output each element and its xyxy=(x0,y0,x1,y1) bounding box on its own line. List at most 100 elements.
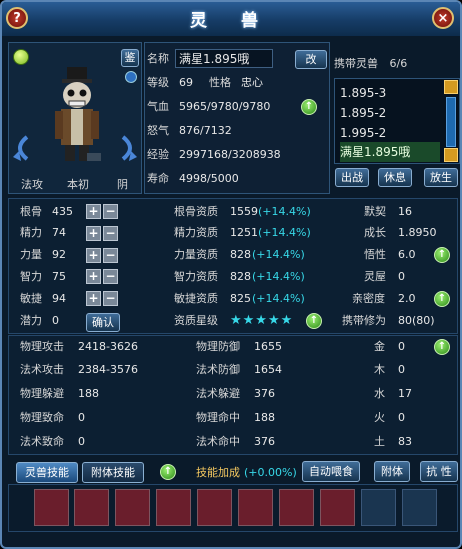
skill-slot[interactable] xyxy=(320,489,355,526)
attach-button[interactable]: 附体 xyxy=(374,461,410,482)
potential-label: 潜力 xyxy=(20,314,42,327)
element-up-icon[interactable]: ↑ xyxy=(434,339,450,355)
combat-left-label-1: 物理攻击 xyxy=(20,340,64,353)
star-rating-stars: ★★★★★ xyxy=(230,313,294,328)
intimacy-up-icon[interactable]: ↑ xyxy=(434,291,450,307)
aptitude-value-5: 825 xyxy=(230,292,251,305)
carry-item-2[interactable]: 1.895-2 xyxy=(340,103,440,123)
resist-button[interactable]: 抗 性 xyxy=(420,461,458,482)
aptitude-label-3: 力量资质 xyxy=(174,248,218,261)
aptitude-bonus-4: (+14.4%) xyxy=(252,270,305,283)
hp-label: 气血 xyxy=(147,100,169,113)
attr-plus-5[interactable]: + xyxy=(86,291,101,306)
rename-button[interactable]: 改 xyxy=(295,50,327,69)
cultivation-value: 80(80) xyxy=(398,314,435,327)
star-rating-up-icon[interactable]: ↑ xyxy=(306,313,322,329)
tab-attached-skills[interactable]: 附体技能 xyxy=(82,462,144,483)
skill-slot[interactable] xyxy=(74,489,109,526)
tab-pet-skills[interactable]: 灵兽技能 xyxy=(16,462,78,483)
attr-plus-1[interactable]: + xyxy=(86,204,101,219)
skill-slot[interactable] xyxy=(34,489,69,526)
aptitude-value-1: 1559 xyxy=(230,205,258,218)
window-title: 灵 兽 xyxy=(190,11,272,31)
combat-mid-value-1: 1655 xyxy=(254,340,282,353)
release-button[interactable]: 放生 xyxy=(424,168,458,187)
attr-minus-2[interactable]: − xyxy=(103,226,118,241)
attr-value-3: 92 xyxy=(52,248,66,261)
hp-value: 5965/9780/9780 xyxy=(179,100,271,113)
skill-slot[interactable] xyxy=(156,489,191,526)
combat-mid-value-3: 376 xyxy=(254,387,275,400)
attr-label-2: 精力 xyxy=(20,226,42,239)
combat-mid-label-4: 物理命中 xyxy=(196,411,240,424)
attr-plus-4[interactable]: + xyxy=(86,269,101,284)
right-stat-label-4: 灵屋 xyxy=(364,270,386,283)
combat-mid-value-2: 1654 xyxy=(254,363,282,376)
star-rating-label: 资质星级 xyxy=(174,314,218,327)
combat-mid-label-3: 法术躲避 xyxy=(196,387,240,400)
scroll-up-button[interactable] xyxy=(444,80,458,94)
element-label-1: 金 xyxy=(374,340,385,353)
element-value-5: 83 xyxy=(398,435,412,448)
right-stat-label-5: 亲密度 xyxy=(352,292,385,305)
aptitude-label-2: 精力资质 xyxy=(174,226,218,239)
attr-minus-4[interactable]: − xyxy=(103,269,118,284)
combat-left-label-5: 法术致命 xyxy=(20,435,64,448)
element-label-2: 木 xyxy=(374,363,385,376)
attr-label-4: 智力 xyxy=(20,270,42,283)
skill-bonus-up-icon[interactable]: ↑ xyxy=(160,464,176,480)
skill-slot[interactable] xyxy=(115,489,150,526)
attr-plus-2[interactable]: + xyxy=(86,226,101,241)
aptitude-value-2: 1251 xyxy=(230,226,258,239)
rotate-left-icon[interactable] xyxy=(11,135,29,161)
comprehension-up-icon[interactable]: ↑ xyxy=(434,247,450,263)
skill-slot[interactable] xyxy=(279,489,314,526)
right-stat-value-5: 2.0 xyxy=(398,292,416,305)
deploy-button[interactable]: 出战 xyxy=(335,168,369,187)
carry-count: 6/6 xyxy=(389,57,408,70)
right-stat-label-3: 悟性 xyxy=(364,248,386,261)
portrait-panel: 鉴 法攻 本初 阴 xyxy=(8,42,142,194)
right-stat-label-1: 默契 xyxy=(364,205,386,218)
carry-item-4-selected[interactable]: 满星1.895哦 xyxy=(340,142,440,162)
skill-slot-empty[interactable] xyxy=(402,489,437,526)
scroll-down-button[interactable] xyxy=(444,148,458,162)
combat-left-label-4: 物理致命 xyxy=(20,411,64,424)
level-value: 69 xyxy=(179,76,193,89)
combat-mid-value-5: 376 xyxy=(254,435,275,448)
skill-slot[interactable] xyxy=(238,489,273,526)
combat-mid-label-5: 法术命中 xyxy=(196,435,240,448)
skill-bonus-label: 技能加成 xyxy=(196,466,240,479)
attr-minus-3[interactable]: − xyxy=(103,248,118,263)
element-label-5: 土 xyxy=(374,435,385,448)
skill-slot[interactable] xyxy=(197,489,232,526)
carry-label-text: 携带灵兽 xyxy=(334,57,378,70)
element-value-1: 0 xyxy=(398,340,405,353)
combat-left-value-4: 0 xyxy=(78,411,85,424)
cultivation-label: 携带修为 xyxy=(342,314,386,327)
attr-minus-1[interactable]: − xyxy=(103,204,118,219)
hp-up-icon[interactable]: ↑ xyxy=(301,99,317,115)
combat-left-value-3: 188 xyxy=(78,387,99,400)
name-value: 满星1.895哦 xyxy=(179,52,250,66)
pet-window: ? 灵 兽 × 鉴 法攻 本初 阴 名称 满星1.895哦 改 等级 69 性格… xyxy=(0,0,462,549)
right-stat-value-3: 6.0 xyxy=(398,248,416,261)
skill-slot-empty[interactable] xyxy=(361,489,396,526)
attr-label-3: 力量 xyxy=(20,248,42,261)
aptitude-label-4: 智力资质 xyxy=(174,270,218,283)
attr-minus-5[interactable]: − xyxy=(103,291,118,306)
auto-feed-button[interactable]: 自动喂食 xyxy=(302,461,360,482)
confirm-button[interactable]: 确认 xyxy=(86,313,120,332)
carry-item-3[interactable]: 1.995-2 xyxy=(340,123,440,143)
carry-item-1[interactable]: 1.895-3 xyxy=(340,83,440,103)
rotate-right-icon[interactable] xyxy=(121,135,139,161)
attr-plus-3[interactable]: + xyxy=(86,248,101,263)
pet-tag-mid: 本初 xyxy=(67,178,89,191)
rest-button[interactable]: 休息 xyxy=(378,168,412,187)
combat-left-label-2: 法术攻击 xyxy=(20,363,64,376)
name-label: 名称 xyxy=(147,52,169,65)
scrollbar-thumb[interactable] xyxy=(446,97,456,147)
appraise-button[interactable]: 鉴 xyxy=(121,49,139,67)
aptitude-bonus-5: (+14.4%) xyxy=(252,292,305,305)
close-button[interactable]: × xyxy=(432,7,454,29)
